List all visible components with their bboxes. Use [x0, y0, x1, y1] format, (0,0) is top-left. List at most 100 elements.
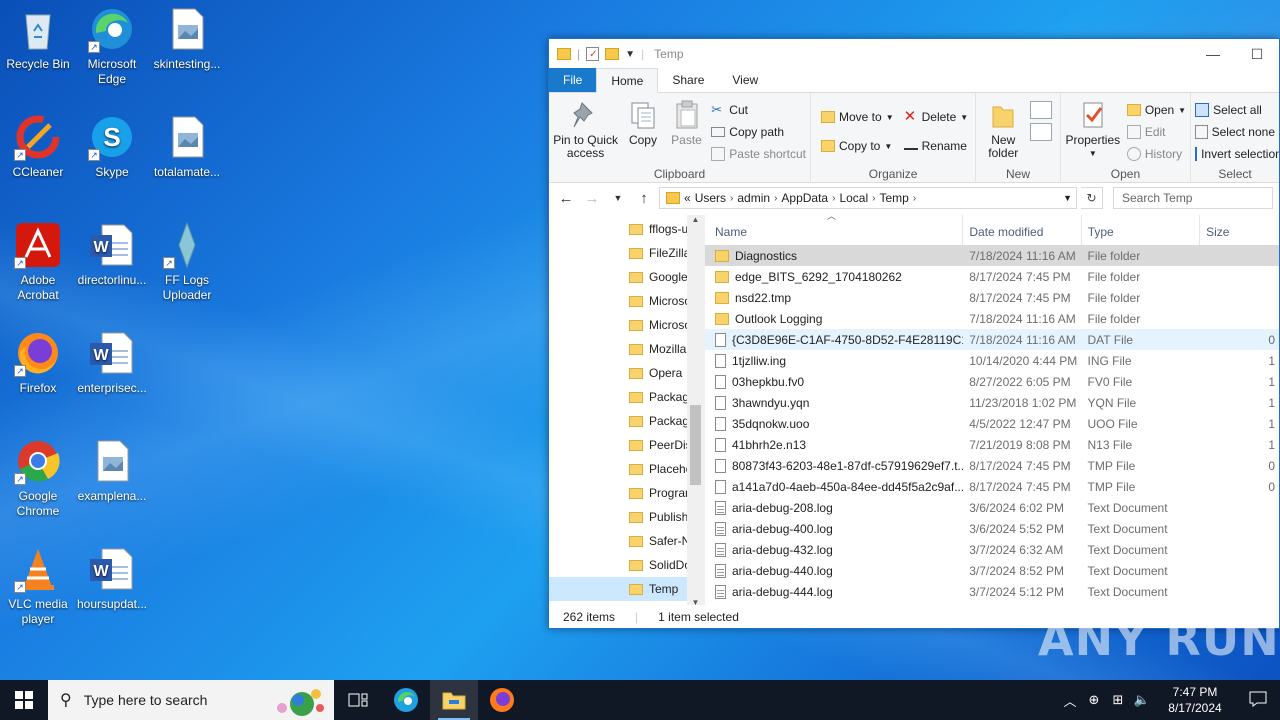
column-type[interactable]: Type [1082, 215, 1201, 245]
history-button[interactable]: History [1126, 143, 1186, 165]
breadcrumb-separator-icon[interactable]: › [832, 193, 835, 204]
breadcrumb-item[interactable]: Temp [879, 191, 908, 205]
nav-pane-folder[interactable]: SolidDo [629, 553, 689, 577]
easy-access-icon[interactable] [1030, 123, 1053, 141]
file-row[interactable]: Diagnostics 7/18/2024 11:16 AM File folder [705, 245, 1279, 266]
show-hidden-icons-chevron-icon[interactable]: ︿ [1058, 691, 1082, 710]
address-overflow[interactable]: « [684, 191, 691, 205]
invert-selection-button[interactable]: Invert selection [1195, 143, 1279, 165]
tab-home[interactable]: Home [596, 68, 659, 93]
file-row[interactable]: a141a7d0-4aeb-450a-84ee-dd45f5a2c9af....… [705, 476, 1279, 497]
refresh-icon[interactable]: ↻ [1081, 187, 1103, 209]
navigation-scrollbar[interactable]: ▲ ▼ [687, 215, 704, 607]
maximize-button[interactable]: ☐ [1235, 39, 1279, 69]
paste-button[interactable]: Paste [668, 97, 706, 165]
desktop-icon[interactable]: examplena... [74, 437, 150, 504]
file-row[interactable]: nsd22.tmp 8/17/2024 7:45 PM File folder [705, 287, 1279, 308]
desktop-icon[interactable]: Wdirectorlinu... [74, 221, 150, 288]
column-name[interactable]: Name [705, 215, 964, 245]
network-icon[interactable]: ⊞ [1106, 692, 1130, 708]
edit-button[interactable]: Edit [1126, 121, 1186, 143]
breadcrumb-item[interactable]: Local [839, 191, 868, 205]
column-date-modified[interactable]: Date modified [963, 215, 1082, 245]
open-button[interactable]: Open ▼ [1126, 99, 1186, 121]
forward-arrow-icon[interactable]: → [581, 190, 603, 207]
new-item-icon[interactable] [1030, 101, 1053, 119]
nav-pane-folder[interactable]: PeerDis [629, 433, 689, 457]
volume-icon[interactable]: 🔈 [1130, 692, 1154, 708]
breadcrumb-separator-icon[interactable]: › [730, 193, 733, 204]
nav-pane-folder[interactable]: Mozilla [629, 337, 689, 361]
desktop-icon[interactable]: Whoursupdat... [74, 545, 150, 612]
delete-button[interactable]: ✕ Delete ▼ [904, 103, 969, 131]
file-row[interactable]: aria-debug-208.log 3/6/2024 6:02 PM Text D… [705, 497, 1279, 518]
tab-file[interactable]: File [549, 68, 597, 92]
back-arrow-icon[interactable]: ← [555, 190, 577, 207]
tab-share[interactable]: Share [658, 68, 718, 92]
scrollbar-thumb[interactable] [690, 405, 701, 485]
properties-button[interactable]: Properties ▼ [1065, 97, 1121, 165]
file-row[interactable]: {C3D8E96E-C1AF-4750-8D52-F4E28119C1... 7/… [705, 329, 1279, 350]
cut-button[interactable]: ✂ Cut [711, 99, 806, 121]
desktop-icon[interactable]: ↗ VLC media player [0, 545, 76, 627]
recent-locations-chevron-icon[interactable]: ▼ [607, 193, 629, 203]
desktop-icon[interactable]: ↗ Google Chrome [0, 437, 76, 519]
file-row[interactable]: aria-debug-444.log 3/7/2024 5:12 PM Text D… [705, 581, 1279, 602]
move-to-button[interactable]: Move to ▼ [821, 103, 894, 131]
address-bar[interactable]: « Users › admin › AppData › Local › Temp › ▼ [659, 187, 1077, 209]
desktop-icon[interactable]: totalamate... [149, 113, 225, 180]
nav-pane-folder[interactable]: Temp [549, 577, 689, 601]
properties-quick-icon[interactable]: ✓ [586, 47, 600, 61]
file-row[interactable]: 1tjzlliw.ing 10/14/2020 4:44 PM ING File 1 [705, 350, 1279, 371]
nav-pane-folder[interactable]: Google [629, 265, 689, 289]
scroll-up-icon[interactable]: ▲ [687, 215, 704, 224]
breadcrumb-item[interactable]: admin [737, 191, 770, 205]
nav-pane-folder[interactable]: Microsof [629, 313, 689, 337]
desktop-icon[interactable]: ↗ Firefox [0, 329, 76, 396]
file-row[interactable]: 03hepkbu.fv0 8/27/2022 6:05 PM FV0 File 1 [705, 371, 1279, 392]
start-button[interactable] [0, 680, 48, 720]
nav-pane-folder[interactable]: Safer-N [629, 529, 689, 553]
clock[interactable]: 7:47 PM 8/17/2024 [1154, 684, 1236, 716]
breadcrumb-item[interactable]: AppData [781, 191, 828, 205]
nav-pane-folder[interactable]: fflogs-u [629, 217, 689, 241]
new-folder-quick-icon[interactable] [605, 48, 620, 60]
copy-button[interactable]: Copy [624, 97, 662, 165]
desktop-icon[interactable]: ↗ Adobe Acrobat [0, 221, 76, 303]
file-row[interactable]: 35dqnokw.uoo 4/5/2022 12:47 PM UOO File 1 [705, 413, 1279, 434]
search-input[interactable]: Search Temp [1113, 187, 1273, 209]
desktop-icon[interactable]: ↗ FF Logs Uploader [149, 221, 225, 303]
taskbar-edge-button[interactable] [382, 680, 430, 720]
nav-pane-folder[interactable]: Opera [629, 361, 689, 385]
new-folder-button[interactable]: New folder [980, 97, 1026, 160]
device-icon[interactable]: ⊕ [1082, 692, 1106, 708]
nav-pane-folder[interactable]: Publish [629, 505, 689, 529]
task-view-button[interactable] [334, 680, 382, 720]
tab-view[interactable]: View [718, 68, 772, 92]
nav-pane-folder[interactable]: Packag [629, 409, 689, 433]
desktop-icon[interactable]: S ↗ Skype [74, 113, 150, 180]
nav-pane-folder[interactable]: Microsof [629, 289, 689, 313]
file-row[interactable]: aria-debug-432.log 3/7/2024 6:32 AM Text D… [705, 539, 1279, 560]
nav-pane-folder[interactable]: FileZilla [629, 241, 689, 265]
pin-to-quick-access-button[interactable]: Pin to Quick access [553, 97, 618, 165]
copy-to-button[interactable]: Copy to ▼ [821, 131, 894, 161]
taskbar-firefox-button[interactable] [478, 680, 526, 720]
breadcrumb-separator-icon[interactable]: › [913, 193, 916, 204]
file-row[interactable]: 3hawndyu.yqn 11/23/2018 1:02 PM YQN File 1 [705, 392, 1279, 413]
desktop-icon[interactable]: Wenterprisec... [74, 329, 150, 396]
breadcrumb-separator-icon[interactable]: › [872, 193, 875, 204]
quick-access-dropdown-icon[interactable]: ▼ [625, 49, 635, 60]
desktop-icon[interactable]: ↗ Microsoft Edge [74, 5, 150, 87]
copy-path-button[interactable]: Copy path [711, 121, 806, 143]
up-arrow-icon[interactable]: ↑ [633, 190, 655, 207]
file-row[interactable]: 80873f43-6203-48e1-87df-c57919629ef7.t..… [705, 455, 1279, 476]
nav-pane-folder[interactable]: Placeho [629, 457, 689, 481]
taskbar-file-explorer-button[interactable] [430, 680, 478, 720]
minimize-button[interactable]: — [1191, 39, 1235, 69]
file-row[interactable]: 41bhrh2e.n13 7/21/2019 8:08 PM N13 File 1 [705, 434, 1279, 455]
address-dropdown-icon[interactable]: ▼ [1063, 193, 1072, 203]
file-row[interactable]: aria-debug-440.log 3/7/2024 8:52 PM Text D… [705, 560, 1279, 581]
breadcrumb-item[interactable]: Users [695, 191, 726, 205]
desktop-icon[interactable]: skintesting... [149, 5, 225, 72]
